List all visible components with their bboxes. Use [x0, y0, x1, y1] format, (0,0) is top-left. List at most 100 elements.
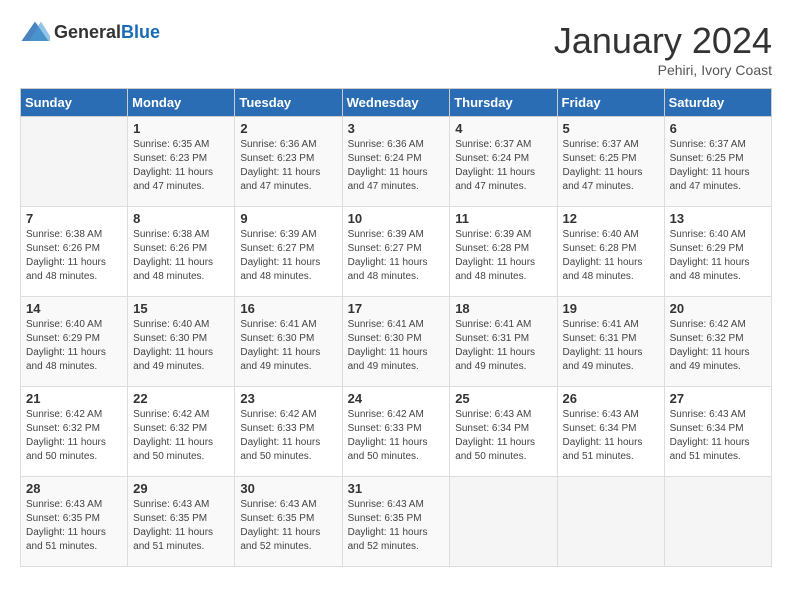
- day-number: 4: [455, 121, 551, 136]
- day-number: 1: [133, 121, 229, 136]
- day-number: 6: [670, 121, 766, 136]
- day-info: Sunrise: 6:38 AMSunset: 6:26 PMDaylight:…: [26, 228, 122, 284]
- calendar-cell: 3 Sunrise: 6:36 AMSunset: 6:24 PMDaylight…: [342, 117, 450, 207]
- calendar-cell: 1 Sunrise: 6:35 AMSunset: 6:23 PMDaylight…: [128, 117, 235, 207]
- day-info: Sunrise: 6:42 AMSunset: 6:33 PMDaylight:…: [348, 408, 445, 464]
- day-number: 9: [240, 211, 336, 226]
- weekday-header-saturday: Saturday: [664, 89, 771, 117]
- calendar-table: SundayMondayTuesdayWednesdayThursdayFrid…: [20, 88, 772, 567]
- day-info: Sunrise: 6:43 AMSunset: 6:35 PMDaylight:…: [133, 498, 229, 554]
- calendar-cell: 10 Sunrise: 6:39 AMSunset: 6:27 PMDayligh…: [342, 207, 450, 297]
- day-info: Sunrise: 6:40 AMSunset: 6:30 PMDaylight:…: [133, 318, 229, 374]
- day-info: Sunrise: 6:39 AMSunset: 6:27 PMDaylight:…: [348, 228, 445, 284]
- day-number: 15: [133, 301, 229, 316]
- day-info: Sunrise: 6:42 AMSunset: 6:32 PMDaylight:…: [26, 408, 122, 464]
- calendar-cell: 7Sunrise: 6:38 AMSunset: 6:26 PMDaylight…: [21, 207, 128, 297]
- calendar-cell: 22Sunrise: 6:42 AMSunset: 6:32 PMDayligh…: [128, 387, 235, 477]
- day-info: Sunrise: 6:43 AMSunset: 6:34 PMDaylight:…: [455, 408, 551, 464]
- day-info: Sunrise: 6:36 AMSunset: 6:24 PMDaylight:…: [348, 138, 445, 194]
- day-number: 12: [563, 211, 659, 226]
- day-number: 3: [348, 121, 445, 136]
- calendar-cell: 23 Sunrise: 6:42 AMSunset: 6:33 PMDayligh…: [235, 387, 342, 477]
- calendar-cell: 27Sunrise: 6:43 AMSunset: 6:34 PMDayligh…: [664, 387, 771, 477]
- calendar-cell: 31Sunrise: 6:43 AMSunset: 6:35 PMDayligh…: [342, 477, 450, 567]
- calendar-week-row: 7Sunrise: 6:38 AMSunset: 6:26 PMDaylight…: [21, 207, 772, 297]
- day-info: Sunrise: 6:43 AMSunset: 6:34 PMDaylight:…: [563, 408, 659, 464]
- day-number: 22: [133, 391, 229, 406]
- day-info: Sunrise: 6:39 AMSunset: 6:28 PMDaylight:…: [455, 228, 551, 284]
- weekday-header-friday: Friday: [557, 89, 664, 117]
- day-info: Sunrise: 6:36 AMSunset: 6:23 PMDaylight:…: [240, 138, 336, 194]
- day-info: Sunrise: 6:37 AMSunset: 6:25 PMDaylight:…: [670, 138, 766, 194]
- day-info: Sunrise: 6:41 AMSunset: 6:31 PMDaylight:…: [455, 318, 551, 374]
- day-number: 26: [563, 391, 659, 406]
- day-number: 31: [348, 481, 445, 496]
- weekday-header-tuesday: Tuesday: [235, 89, 342, 117]
- day-number: 25: [455, 391, 551, 406]
- day-info: Sunrise: 6:40 AMSunset: 6:28 PMDaylight:…: [563, 228, 659, 284]
- weekday-header-thursday: Thursday: [450, 89, 557, 117]
- calendar-week-row: 14 Sunrise: 6:40 AMSunset: 6:29 PMDayligh…: [21, 297, 772, 387]
- calendar-cell: [557, 477, 664, 567]
- calendar-cell: 18 Sunrise: 6:41 AMSunset: 6:31 PMDayligh…: [450, 297, 557, 387]
- day-info: Sunrise: 6:43 AMSunset: 6:35 PMDaylight:…: [26, 498, 122, 554]
- title-block: January 2024 Pehiri, Ivory Coast: [554, 20, 772, 78]
- logo-icon: [20, 20, 50, 44]
- day-number: 16: [240, 301, 336, 316]
- calendar-cell: 26 Sunrise: 6:43 AMSunset: 6:34 PMDayligh…: [557, 387, 664, 477]
- logo-blue-text: Blue: [121, 22, 160, 42]
- day-number: 27: [670, 391, 766, 406]
- calendar-cell: 19Sunrise: 6:41 AMSunset: 6:31 PMDayligh…: [557, 297, 664, 387]
- weekday-header-wednesday: Wednesday: [342, 89, 450, 117]
- logo: GeneralBlue: [20, 20, 160, 44]
- day-info: Sunrise: 6:37 AMSunset: 6:24 PMDaylight:…: [455, 138, 551, 194]
- weekday-header-sunday: Sunday: [21, 89, 128, 117]
- calendar-cell: 12 Sunrise: 6:40 AMSunset: 6:28 PMDayligh…: [557, 207, 664, 297]
- day-info: Sunrise: 6:38 AMSunset: 6:26 PMDaylight:…: [133, 228, 229, 284]
- day-number: 10: [348, 211, 445, 226]
- day-number: 21: [26, 391, 122, 406]
- day-number: 18: [455, 301, 551, 316]
- day-info: Sunrise: 6:40 AMSunset: 6:29 PMDaylight:…: [26, 318, 122, 374]
- day-number: 2: [240, 121, 336, 136]
- weekday-header-row: SundayMondayTuesdayWednesdayThursdayFrid…: [21, 89, 772, 117]
- day-info: Sunrise: 6:37 AMSunset: 6:25 PMDaylight:…: [563, 138, 659, 194]
- day-number: 14: [26, 301, 122, 316]
- day-number: 30: [240, 481, 336, 496]
- calendar-cell: [450, 477, 557, 567]
- calendar-cell: 29 Sunrise: 6:43 AMSunset: 6:35 PMDayligh…: [128, 477, 235, 567]
- day-info: Sunrise: 6:42 AMSunset: 6:33 PMDaylight:…: [240, 408, 336, 464]
- day-info: Sunrise: 6:42 AMSunset: 6:32 PMDaylight:…: [670, 318, 766, 374]
- day-number: 20: [670, 301, 766, 316]
- calendar-cell: 13Sunrise: 6:40 AMSunset: 6:29 PMDayligh…: [664, 207, 771, 297]
- day-info: Sunrise: 6:41 AMSunset: 6:31 PMDaylight:…: [563, 318, 659, 374]
- day-number: 17: [348, 301, 445, 316]
- calendar-cell: 30Sunrise: 6:43 AMSunset: 6:35 PMDayligh…: [235, 477, 342, 567]
- weekday-header-monday: Monday: [128, 89, 235, 117]
- calendar-cell: 4 Sunrise: 6:37 AMSunset: 6:24 PMDaylight…: [450, 117, 557, 207]
- day-info: Sunrise: 6:39 AMSunset: 6:27 PMDaylight:…: [240, 228, 336, 284]
- day-info: Sunrise: 6:41 AMSunset: 6:30 PMDaylight:…: [240, 318, 336, 374]
- day-info: Sunrise: 6:35 AMSunset: 6:23 PMDaylight:…: [133, 138, 229, 194]
- day-number: 5: [563, 121, 659, 136]
- day-number: 11: [455, 211, 551, 226]
- calendar-cell: [664, 477, 771, 567]
- day-number: 8: [133, 211, 229, 226]
- location-subtitle: Pehiri, Ivory Coast: [554, 62, 772, 78]
- day-number: 23: [240, 391, 336, 406]
- calendar-week-row: 21 Sunrise: 6:42 AMSunset: 6:32 PMDayligh…: [21, 387, 772, 477]
- day-info: Sunrise: 6:41 AMSunset: 6:30 PMDaylight:…: [348, 318, 445, 374]
- calendar-cell: 17 Sunrise: 6:41 AMSunset: 6:30 PMDayligh…: [342, 297, 450, 387]
- calendar-cell: 21 Sunrise: 6:42 AMSunset: 6:32 PMDayligh…: [21, 387, 128, 477]
- calendar-cell: 28Sunrise: 6:43 AMSunset: 6:35 PMDayligh…: [21, 477, 128, 567]
- logo-general-text: General: [54, 22, 121, 42]
- day-number: 29: [133, 481, 229, 496]
- calendar-cell: 25 Sunrise: 6:43 AMSunset: 6:34 PMDayligh…: [450, 387, 557, 477]
- calendar-cell: 11 Sunrise: 6:39 AMSunset: 6:28 PMDayligh…: [450, 207, 557, 297]
- calendar-week-row: 28Sunrise: 6:43 AMSunset: 6:35 PMDayligh…: [21, 477, 772, 567]
- calendar-cell: [21, 117, 128, 207]
- calendar-cell: 24Sunrise: 6:42 AMSunset: 6:33 PMDayligh…: [342, 387, 450, 477]
- calendar-week-row: 1 Sunrise: 6:35 AMSunset: 6:23 PMDaylight…: [21, 117, 772, 207]
- calendar-cell: 16 Sunrise: 6:41 AMSunset: 6:30 PMDayligh…: [235, 297, 342, 387]
- calendar-cell: 9 Sunrise: 6:39 AMSunset: 6:27 PMDaylight…: [235, 207, 342, 297]
